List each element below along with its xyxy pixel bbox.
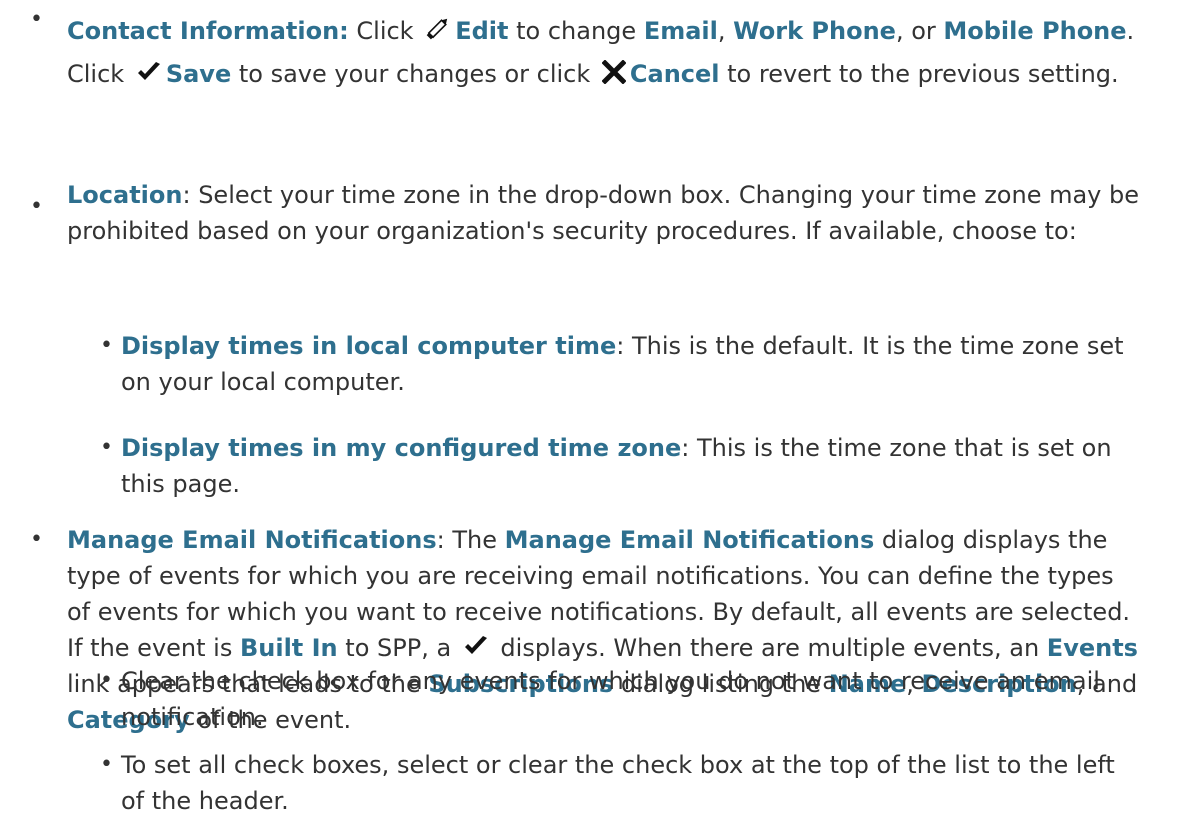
- page: { "bullet_char": "•", "contact": { "labe…: [0, 0, 1179, 815]
- bullet: •: [30, 194, 43, 219]
- local-computer-time-label: Display times in local computer time: [121, 332, 617, 360]
- clear-check-box-text: Clear the check box for any events for w…: [121, 667, 1100, 731]
- bullet: •: [30, 527, 43, 552]
- contact-information-text: Contact Information: Click Edit to chang…: [67, 15, 1135, 88]
- dialog-name: Manage Email Notifications: [504, 526, 875, 554]
- checkmark-icon: [463, 634, 489, 658]
- save-label: Save: [165, 60, 232, 88]
- configured-time-zone-label: Display times in my configured time zone: [121, 434, 682, 462]
- cancel-label: Cancel: [629, 60, 720, 88]
- bullet: •: [100, 752, 113, 777]
- bullet: •: [30, 7, 43, 32]
- built-in-label: Built In: [239, 634, 338, 662]
- bullet: •: [100, 668, 113, 693]
- events-link-label: Events: [1046, 634, 1138, 662]
- location-label: Location: [67, 181, 183, 209]
- checkmark-icon: [136, 60, 162, 84]
- edit-label: Edit: [455, 17, 509, 45]
- work-phone-label: Work Phone: [733, 17, 896, 45]
- pencil-icon: [425, 15, 451, 41]
- location-text: Location: Select your time zone in the d…: [67, 181, 1140, 245]
- bullet: •: [100, 333, 113, 358]
- x-icon: [601, 60, 626, 84]
- email-label: Email: [643, 17, 718, 45]
- mobile-phone-label: Mobile Phone: [943, 17, 1127, 45]
- local-computer-time-text: Display times in local computer time: Th…: [121, 332, 1124, 396]
- configured-time-zone-text: Display times in my configured time zone…: [121, 434, 1112, 498]
- manage-email-notifications-label: Manage Email Notifications: [67, 526, 437, 554]
- set-all-check-boxes-text: To set all check boxes, select or clear …: [121, 751, 1115, 815]
- bullet: •: [100, 435, 113, 460]
- contact-information-label: Contact Information:: [67, 17, 349, 45]
